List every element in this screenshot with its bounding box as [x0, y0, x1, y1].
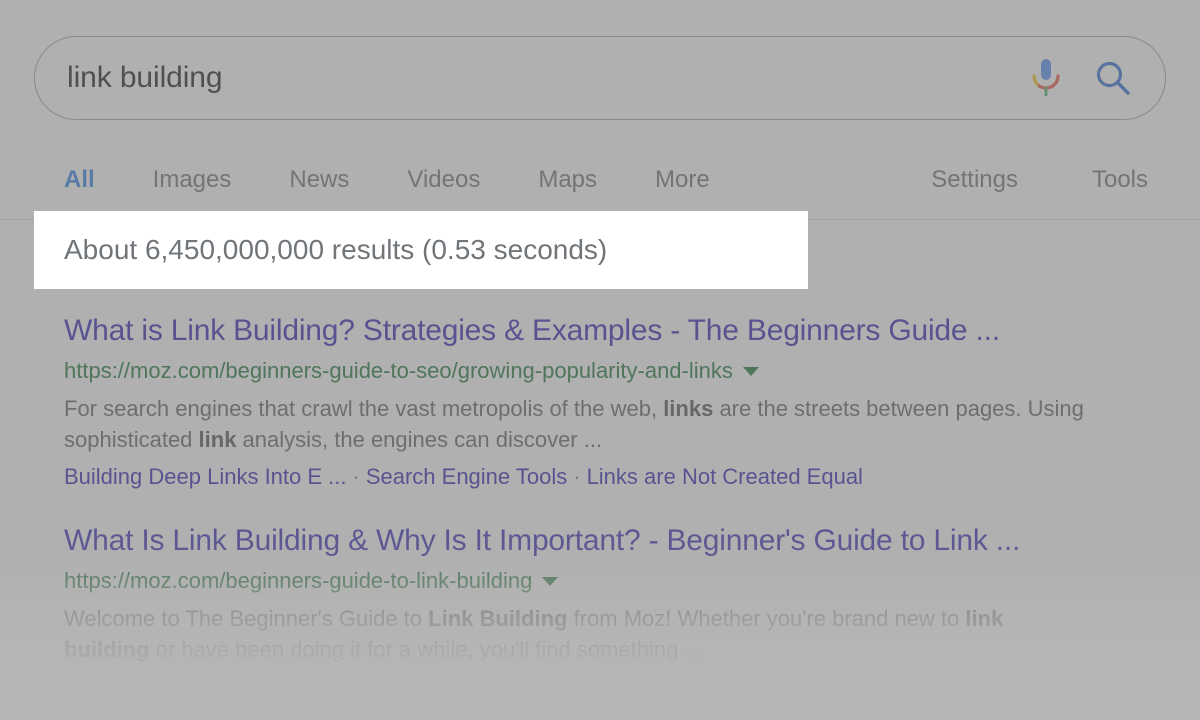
result-title-link[interactable]: What Is Link Building & Why Is It Import…	[64, 522, 1164, 560]
nav-left-group: All Images News Videos Maps More	[64, 156, 739, 204]
tab-maps[interactable]: Maps	[509, 166, 626, 194]
result-snippet: For search engines that crawl the vast m…	[64, 396, 1084, 452]
result-url-row: https://moz.com/beginners-guide-to-link-…	[64, 566, 1164, 596]
microphone-icon[interactable]	[1029, 57, 1063, 99]
tab-more[interactable]: More	[626, 166, 739, 194]
search-box[interactable]: link building	[34, 36, 1166, 120]
tab-all[interactable]: All	[64, 166, 124, 194]
sitelink-separator: ·	[573, 464, 581, 489]
search-result: What Is Link Building & Why Is It Import…	[64, 522, 1164, 665]
tab-images[interactable]: Images	[124, 166, 261, 194]
result-stats: About 6,450,000,000 results (0.53 second…	[64, 232, 608, 263]
result-url[interactable]: https://moz.com/beginners-guide-to-link-…	[64, 566, 532, 596]
page-content: link building All Images News Videos Map…	[0, 0, 1200, 720]
sitelink[interactable]: Links are Not Created Equal	[587, 464, 863, 489]
chevron-down-icon[interactable]	[542, 576, 559, 586]
sitelink-separator: ·	[352, 464, 360, 489]
search-filter-navbar: All Images News Videos Maps More Setting…	[0, 156, 1200, 220]
result-url[interactable]: https://moz.com/beginners-guide-to-seo/g…	[64, 356, 733, 386]
result-snippet: Welcome to The Beginner's Guide to Link …	[64, 606, 1004, 662]
sitelink[interactable]: Search Engine Tools	[366, 464, 567, 489]
results-list: What is Link Building? Strategies & Exam…	[64, 312, 1164, 695]
sitelink[interactable]: Building Deep Links Into E ...	[64, 464, 347, 489]
search-icon[interactable]	[1093, 58, 1133, 98]
nav-right-group: Settings Tools	[857, 156, 1148, 204]
settings-button[interactable]: Settings	[857, 166, 1018, 194]
search-results-page: link building All Images News Videos Map…	[0, 0, 1200, 720]
tab-videos[interactable]: Videos	[378, 166, 509, 194]
search-result: What is Link Building? Strategies & Exam…	[64, 312, 1164, 492]
result-url-row: https://moz.com/beginners-guide-to-seo/g…	[64, 356, 1164, 386]
navbar-divider	[0, 219, 1200, 220]
result-sitelinks: Building Deep Links Into E ... · Search En…	[64, 461, 1164, 492]
chevron-down-icon[interactable]	[742, 366, 759, 376]
search-input[interactable]: link building	[67, 61, 223, 95]
result-title-link[interactable]: What is Link Building? Strategies & Exam…	[64, 312, 1164, 350]
tools-button[interactable]: Tools	[1018, 166, 1148, 194]
tab-news[interactable]: News	[260, 166, 378, 194]
